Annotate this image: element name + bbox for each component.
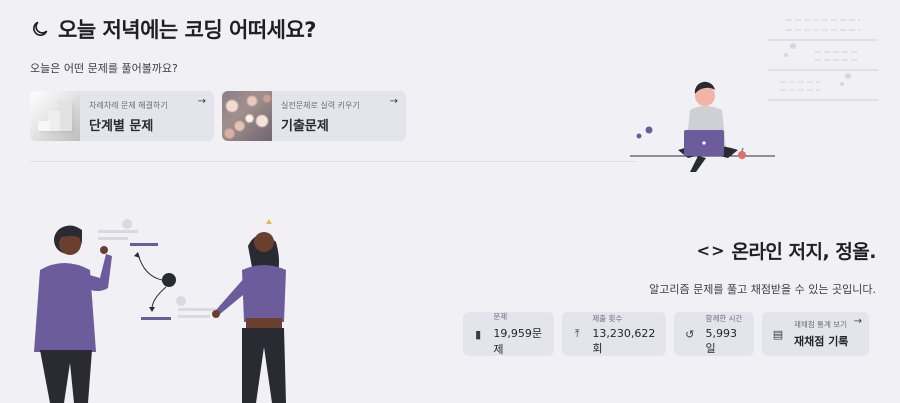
page-title: 오늘 저녁에는 코딩 어떠세요?: [30, 14, 316, 44]
stat-label: 문제: [493, 312, 508, 321]
history-icon: ↺: [685, 327, 695, 341]
past-exams-card[interactable]: 실전문제로 실력 키우기 기출문제 →: [222, 91, 406, 141]
arrow-right-icon: →: [853, 316, 862, 327]
stat-days: ↺ 함께한 시간 5,993일: [674, 312, 754, 356]
stairs-thumbnail: [30, 91, 80, 141]
arrow-right-icon: →: [197, 96, 206, 107]
stat-value: 13,230,622회: [592, 326, 656, 355]
moon-icon: [33, 21, 48, 36]
discussion-illustration: [34, 219, 286, 403]
rejudge-stats-button[interactable]: ▤ 재채점 통계 보기 재채점 기록 →: [762, 312, 869, 356]
page-title-text: 오늘 저녁에는 코딩 어떠세요?: [58, 18, 316, 42]
card-title: 기출문제: [281, 119, 329, 134]
section-title: <> 온라인 저지, 정올.: [696, 237, 877, 264]
card-caption: 실전문제로 실력 키우기: [281, 101, 360, 110]
card-title: 단계별 문제: [89, 119, 154, 134]
code-icon: <>: [696, 241, 726, 260]
upload-icon: ⤒: [574, 327, 580, 340]
laptop-person-illustration: [630, 19, 878, 172]
section-title-text: 온라인 저지, 정올.: [731, 241, 876, 263]
stat-label: 함께한 시간: [705, 313, 743, 323]
section-divider: [30, 161, 636, 162]
stat-label: 재채점 통계 보기: [794, 320, 848, 329]
stat-value: 5,993일: [705, 326, 738, 355]
step-problems-card[interactable]: 차례차례 문제 해결하기 단계별 문제 →: [30, 91, 214, 141]
stat-label: 제출 횟수: [592, 313, 623, 323]
card-caption: 차례차례 문제 해결하기: [89, 101, 168, 110]
section-subtitle: 알고리즘 문제를 풀고 채점받을 수 있는 곳입니다.: [649, 283, 876, 296]
stat-submissions: ⤒ 제출 횟수 13,230,622회: [562, 312, 666, 356]
stat-value: 19,959문제: [493, 327, 542, 356]
arrow-right-icon: →: [389, 96, 398, 107]
page-subtitle: 오늘은 어떤 문제를 풀어볼까요?: [30, 62, 178, 75]
document-icon: ▮: [475, 327, 482, 341]
stat-value: 재채점 기록: [794, 335, 849, 348]
report-icon: ▤: [772, 327, 784, 341]
bokeh-thumbnail: [222, 91, 272, 141]
stat-problems: ▮ 문제 19,959문제: [463, 312, 554, 356]
